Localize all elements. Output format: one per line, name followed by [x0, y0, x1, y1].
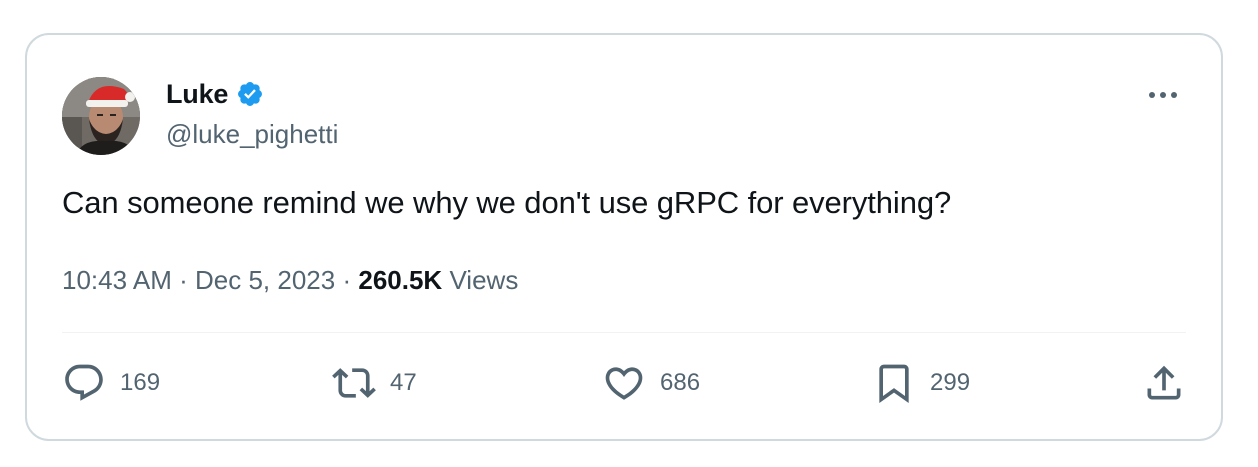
reply-count: 169 [120, 369, 161, 396]
bookmark-button[interactable]: 299 [872, 355, 970, 411]
heart-icon [602, 361, 646, 405]
share-button[interactable] [1142, 355, 1186, 411]
more-horizontal-icon[interactable] [1143, 79, 1183, 111]
action-bar: 169 47 686 299 [62, 355, 1186, 411]
avatar-image [62, 77, 140, 155]
meta-separator: · [342, 265, 352, 295]
meta-separator: · [179, 265, 188, 295]
retweet-count: 47 [390, 369, 417, 396]
retweet-button[interactable]: 47 [332, 355, 417, 411]
author-display-name[interactable]: Luke [166, 79, 228, 110]
views-label: Views [449, 265, 519, 295]
tweet-date[interactable]: Dec 5, 2023 [195, 265, 335, 295]
author-name-row: Luke [166, 77, 264, 111]
bookmark-count: 299 [930, 369, 971, 396]
retweet-icon [332, 361, 376, 405]
share-icon [1142, 361, 1186, 405]
author-handle[interactable]: @luke_pighetti [166, 119, 338, 150]
tweet-time[interactable]: 10:43 AM [62, 265, 172, 295]
tweet-text: Can someone remind we why we don't use g… [62, 185, 952, 220]
bookmark-icon [872, 361, 916, 405]
tweet-card: Luke @luke_pighetti Can someone remind w… [25, 33, 1223, 441]
tweet-meta: 10:43 AM · Dec 5, 2023 · 260.5K Views [62, 265, 518, 296]
divider [62, 332, 1186, 333]
reply-icon [62, 361, 106, 405]
like-count: 686 [660, 369, 701, 396]
views-count: 260.5K [358, 265, 443, 295]
verified-badge-icon[interactable] [236, 80, 264, 108]
reply-button[interactable]: 169 [62, 355, 160, 411]
like-button[interactable]: 686 [602, 355, 700, 411]
avatar[interactable] [62, 77, 140, 155]
